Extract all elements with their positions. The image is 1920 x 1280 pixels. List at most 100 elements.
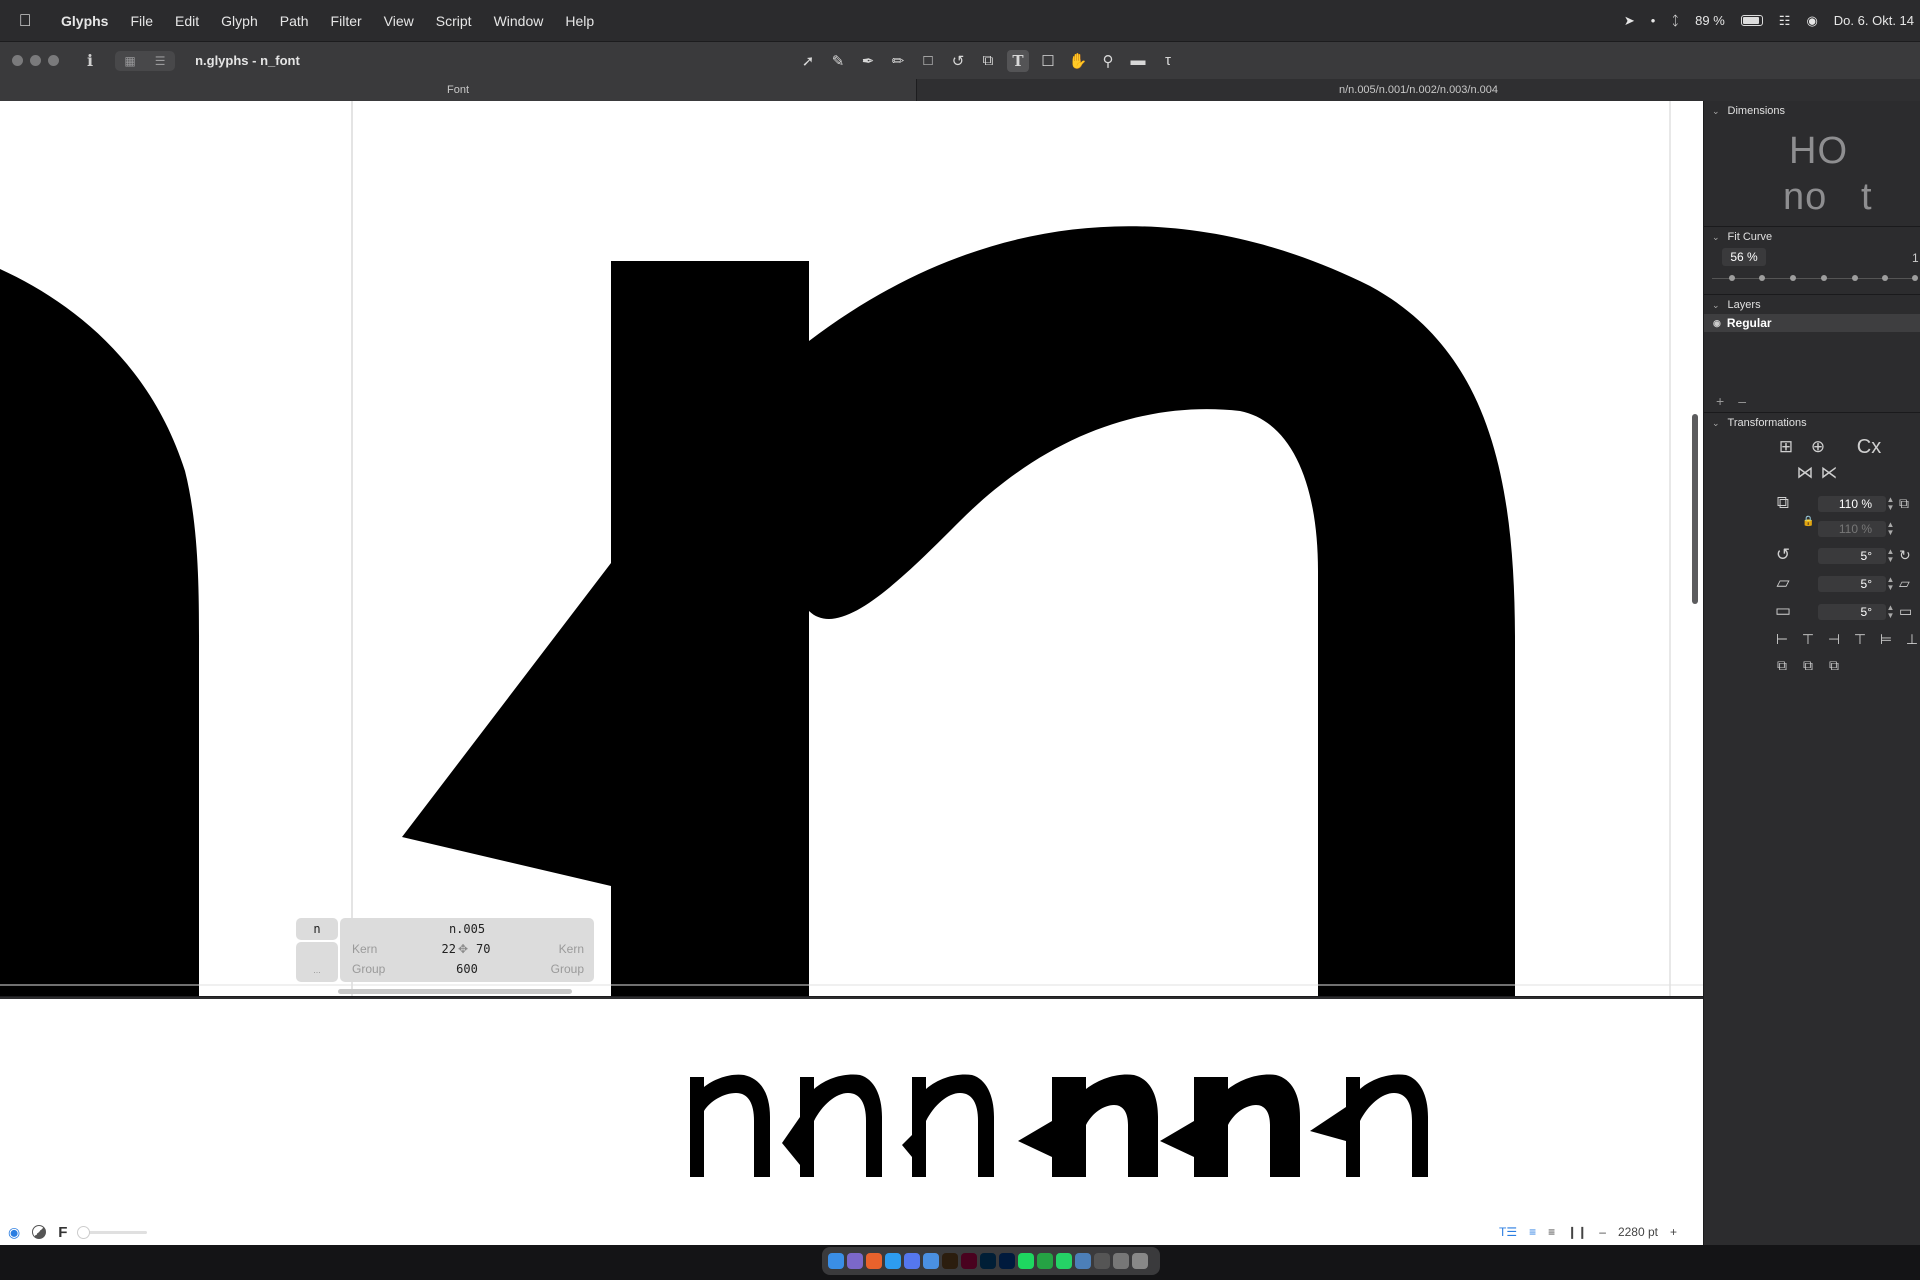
illustrator-icon[interactable] <box>942 1253 958 1269</box>
type-icon[interactable]: τ <box>1157 50 1179 72</box>
zoom-window-button[interactable] <box>48 55 59 66</box>
align-right-edges-icon[interactable]: ⊣ <box>1824 631 1844 648</box>
menu-file[interactable]: File <box>119 13 164 29</box>
menu-edit[interactable]: Edit <box>164 13 210 29</box>
columns-icon[interactable]: ❙❙ <box>1567 1225 1587 1239</box>
preview-area[interactable] <box>0 997 1703 1245</box>
fit-curve-tick[interactable] <box>1852 275 1858 281</box>
tab-font[interactable]: Font <box>0 79 917 101</box>
scale-icon[interactable]: ⧉ <box>977 50 999 72</box>
info-left-more[interactable]: ... <box>296 942 338 982</box>
fit-curve-value-2[interactable]: 1 <box>1912 251 1919 265</box>
measure-icon[interactable]: ▬ <box>1127 50 1149 72</box>
horizontal-scrollbar[interactable] <box>338 989 572 994</box>
battery-percent[interactable]: 89 % <box>1695 13 1725 28</box>
scale-icon[interactable]: ⧉ <box>1771 491 1795 515</box>
info-left-glyph[interactable]: n <box>296 918 338 940</box>
fit-curve-header[interactable]: ⌄ Fit Curve <box>1712 229 1772 245</box>
safari-icon[interactable] <box>885 1253 901 1269</box>
invert-colors-icon[interactable] <box>32 1225 47 1239</box>
skew-stepper[interactable]: ▲ ▼ <box>1886 604 1895 620</box>
fit-curve-value[interactable]: 56 % <box>1722 248 1766 266</box>
select-arrow-icon[interactable]: ➚ <box>797 50 819 72</box>
fit-curve-tick[interactable] <box>1790 275 1796 281</box>
edit-canvas[interactable] <box>0 101 1703 996</box>
firefox-icon[interactable] <box>866 1253 882 1269</box>
align-left-icon[interactable]: ≡ <box>1529 1225 1536 1239</box>
rotate-icon[interactable]: ↺ <box>947 50 969 72</box>
scale-up-icon[interactable]: ⧉ <box>1899 495 1909 512</box>
menu-filter[interactable]: Filter <box>320 13 373 29</box>
pencil-icon[interactable]: ✏ <box>887 50 909 72</box>
layer-eye-icon[interactable]: ◉ <box>1713 318 1721 329</box>
scale-x-stepper[interactable]: ▲ ▼ <box>1886 496 1895 512</box>
menu-app-name[interactable]: Glyphs <box>50 13 119 29</box>
intersect-icon[interactable]: ⧉ <box>1824 657 1844 674</box>
apple-icon[interactable]:  <box>0 11 50 31</box>
glyph-outline-view[interactable] <box>0 101 1703 996</box>
align-left-edges-icon[interactable]: ⊢ <box>1772 631 1792 648</box>
chevron-down-icon[interactable]: ⌄ <box>1712 300 1720 311</box>
rotate-stepper[interactable]: ▲ ▼ <box>1886 548 1895 564</box>
preview-size-slider[interactable] <box>77 1225 148 1239</box>
subtract-icon[interactable]: ⧉ <box>1798 657 1818 674</box>
rotate-right-icon[interactable]: ↻ <box>1899 547 1911 564</box>
photoshop-icon[interactable] <box>980 1253 996 1269</box>
launchpad-icon[interactable] <box>847 1253 863 1269</box>
hand-icon[interactable]: ✋ <box>1067 50 1089 72</box>
slider-knob[interactable] <box>77 1225 91 1239</box>
menu-window[interactable]: Window <box>483 13 555 29</box>
layer-item-regular[interactable]: ◉ Regular <box>1704 314 1920 332</box>
slant-stepper[interactable]: ▲ ▼ <box>1886 576 1895 592</box>
zoom-out-button[interactable]: – <box>1599 1225 1606 1239</box>
mail-icon[interactable] <box>923 1253 939 1269</box>
list-view-icon[interactable]: ☰ <box>145 51 175 71</box>
scale-y-field[interactable]: 110 % <box>1818 521 1886 537</box>
align-right-icon[interactable]: ≡ <box>1548 1225 1555 1239</box>
fit-curve-tick[interactable] <box>1882 275 1888 281</box>
finder-icon[interactable] <box>828 1253 844 1269</box>
lightroom-icon[interactable] <box>999 1253 1015 1269</box>
rotate-left-icon[interactable]: ↺ <box>1771 543 1795 567</box>
numbers-icon[interactable] <box>1037 1253 1053 1269</box>
transform-origin-center-icon[interactable]: ⊕ <box>1806 435 1830 459</box>
slant-left-icon[interactable]: ▱ <box>1771 571 1795 595</box>
scale-y-stepper[interactable]: ▲ ▼ <box>1886 521 1895 537</box>
slant-right-icon[interactable]: ▱ <box>1899 575 1910 592</box>
font-size-field[interactable]: 2280 pt <box>1618 1225 1658 1239</box>
folder-stack-icon[interactable] <box>1113 1253 1129 1269</box>
downloads-stack-icon[interactable] <box>1094 1253 1110 1269</box>
status-dot-icon[interactable]: • <box>1651 13 1656 28</box>
skew-left-icon[interactable]: ▭ <box>1771 599 1795 623</box>
fit-curve-tick[interactable] <box>1759 275 1765 281</box>
indesign-icon[interactable] <box>961 1253 977 1269</box>
chevron-down-icon[interactable]: ⌄ <box>1712 232 1720 243</box>
scale-x-field[interactable]: 110 % <box>1818 496 1886 512</box>
menu-help[interactable]: Help <box>554 13 605 29</box>
whatsapp-icon[interactable] <box>1056 1253 1072 1269</box>
preview-eye-icon[interactable]: ◉ <box>8 1224 20 1241</box>
union-icon[interactable]: ⧉ <box>1772 657 1792 674</box>
font-preview-toggle[interactable]: F <box>58 1224 67 1241</box>
clock[interactable]: Do. 6. Okt. 14 <box>1834 13 1914 28</box>
menu-glyph[interactable]: Glyph <box>210 13 269 29</box>
fit-curve-tick[interactable] <box>1912 275 1918 281</box>
align-h-center-icon[interactable]: ⊤ <box>1798 631 1818 648</box>
chevron-down-icon[interactable]: ⌄ <box>1712 418 1720 429</box>
minimize-window-button[interactable] <box>30 55 41 66</box>
fit-curve-tick[interactable] <box>1821 275 1827 281</box>
rectangle-icon[interactable]: □ <box>917 50 939 72</box>
menu-view[interactable]: View <box>373 13 425 29</box>
glyph-name-field[interactable]: n.005 <box>340 922 594 936</box>
layers-header[interactable]: ⌄ Layers <box>1712 297 1761 313</box>
battery-icon[interactable] <box>1740 15 1763 26</box>
text-tool-icon[interactable]: T <box>1007 49 1029 72</box>
menu-script[interactable]: Script <box>425 13 483 29</box>
glyphs-app-icon[interactable] <box>1075 1253 1091 1269</box>
slant-field[interactable]: 5° <box>1818 576 1886 592</box>
control-center-icon[interactable]: ☷ <box>1779 13 1791 29</box>
transform-cx-button[interactable]: Cx <box>1846 435 1892 459</box>
flip-horizontal-icon[interactable]: ⋈ <box>1793 461 1817 485</box>
add-layer-button[interactable]: + <box>1716 393 1724 409</box>
app-store-icon[interactable] <box>904 1253 920 1269</box>
